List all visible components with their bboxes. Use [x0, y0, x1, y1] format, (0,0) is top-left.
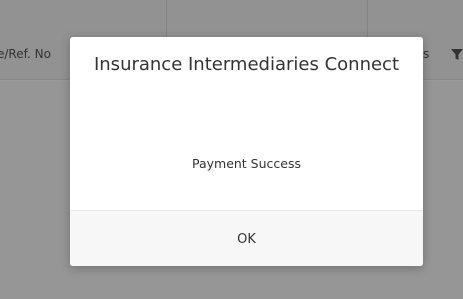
dialog-message: Payment Success — [191, 156, 301, 171]
payment-dialog: Insurance Intermediaries Connect Payment… — [70, 37, 423, 266]
ok-button[interactable]: OK — [70, 211, 423, 266]
dialog-title: Insurance Intermediaries Connect — [93, 54, 400, 75]
dialog-footer: OK — [70, 210, 423, 266]
app-page: e/Ref. No s Insurance Intermediaries Con… — [0, 0, 463, 299]
